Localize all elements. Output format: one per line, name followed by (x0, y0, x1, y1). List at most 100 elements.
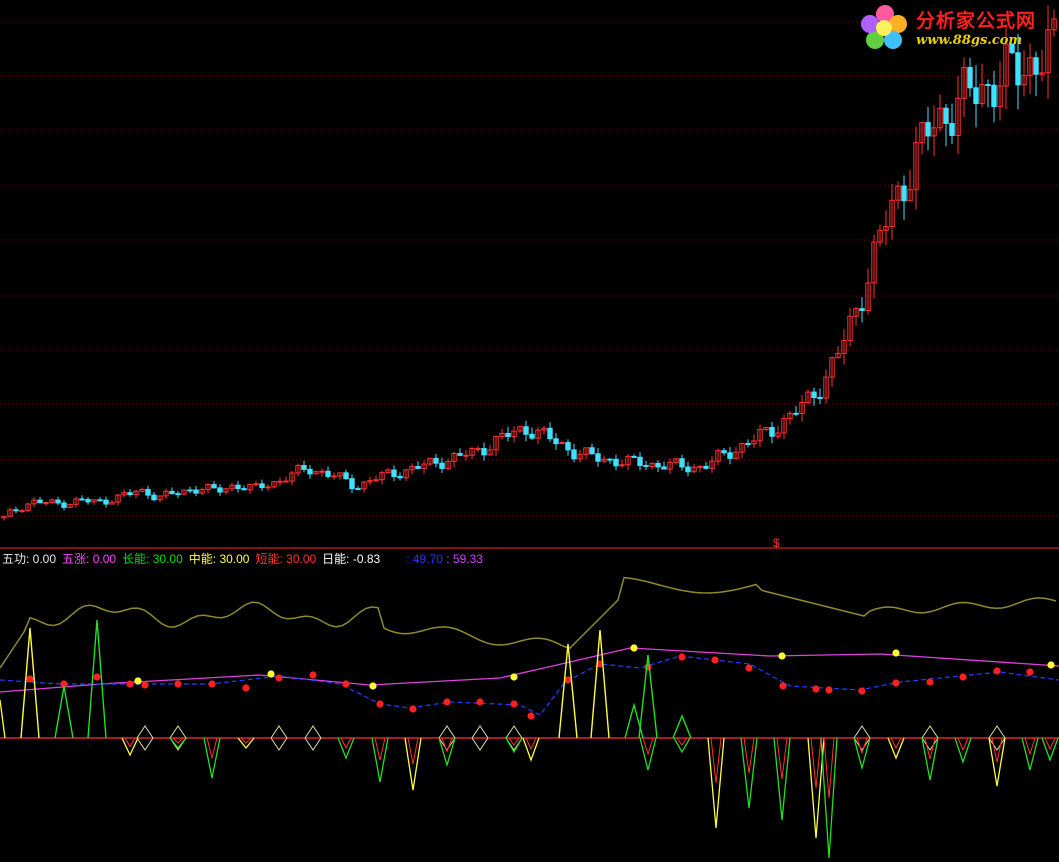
candle-body (79, 498, 85, 501)
indicator-dot (711, 656, 719, 664)
candle-body (859, 308, 865, 311)
candle-body (589, 447, 595, 455)
up-spike (590, 629, 610, 739)
legend-value: 30.00 (286, 552, 317, 566)
indicator-dot (778, 652, 786, 660)
candle-body (457, 453, 463, 456)
candle-body (175, 493, 181, 496)
candle-body (475, 448, 481, 451)
legend-value: -0.83 (352, 552, 381, 566)
indicator-dot (409, 705, 417, 713)
down-spike-inner (957, 737, 969, 752)
candle-body (661, 466, 667, 470)
candle-body (949, 122, 955, 136)
legend-value: 30.00 (152, 552, 183, 566)
down-spike-inner (525, 737, 537, 751)
indicator-dot (275, 674, 283, 682)
indicator-dot (309, 671, 317, 679)
indicator-dot (993, 667, 1001, 675)
candle-body (103, 499, 109, 505)
candle-body (697, 465, 703, 468)
down-spike-inner (743, 737, 755, 774)
indicator-dot (141, 681, 149, 689)
candle-body (967, 66, 973, 89)
candle-body (235, 484, 241, 490)
candle-body (721, 450, 727, 454)
candle-body (307, 468, 313, 475)
candle-body (655, 462, 661, 468)
candle-body (391, 469, 397, 478)
candle-body (925, 122, 931, 137)
candle-body (571, 449, 577, 460)
candle-body (193, 489, 199, 494)
signal-marker: $ (773, 536, 780, 550)
candle-body (607, 458, 613, 461)
indicator-dot (644, 663, 652, 671)
candle-body (319, 470, 325, 473)
candle-body (19, 510, 25, 513)
candle-body (643, 464, 649, 467)
candle-body (631, 455, 637, 458)
candle-body (973, 87, 979, 105)
down-spike-inner (124, 737, 136, 748)
legend-extra-value: : 49.70 (406, 552, 447, 566)
candle-body (991, 84, 997, 108)
candle-body (793, 412, 799, 415)
indicator-dot (892, 649, 900, 657)
candle-body (349, 478, 355, 490)
down-spike-inner (710, 737, 722, 784)
candle-body (1033, 57, 1039, 75)
indicator-dot (745, 664, 753, 672)
candle-body (703, 465, 709, 469)
candle-body (13, 509, 19, 512)
indicator-dot (892, 679, 900, 687)
legend-value: 30.00 (219, 552, 250, 566)
indicator-dot (443, 698, 451, 706)
legend-label: 短能: (255, 552, 287, 566)
candle-body (463, 454, 469, 457)
candle-body (679, 458, 685, 468)
candle-body (481, 448, 487, 456)
candle-body (373, 479, 379, 482)
candle-body (685, 466, 691, 473)
blue-indicator-line (0, 655, 1059, 716)
candle-body (325, 470, 331, 477)
legend-label: 五涨: (62, 552, 93, 566)
indicator-dot (174, 680, 182, 688)
chart-window: 分析家公式网 www.88gs.com $ 五功: 0.00 五涨: 0.00 长能… (0, 0, 1059, 862)
logo-url: www.88gs.com (916, 33, 1023, 48)
down-spike-inner (206, 737, 218, 759)
flower-logo-icon (861, 5, 907, 49)
stock-chart[interactable] (0, 0, 1059, 862)
candle-body (1015, 52, 1021, 86)
indicator-dot (476, 698, 484, 706)
indicator-dot (134, 677, 142, 685)
indicator-dot (342, 680, 350, 688)
candle-body (397, 476, 403, 479)
indicator-dot (510, 700, 518, 708)
candle-body (283, 480, 289, 483)
candle-body (727, 452, 733, 459)
indicator-dot (267, 670, 275, 678)
candle-body (595, 453, 601, 462)
indicator-legend: 五功: 0.00 五涨: 0.00 长能: 30.00 中能: 30.00 短能: 30… (2, 550, 483, 566)
up-spike (54, 685, 74, 739)
down-spike-inner (676, 737, 688, 746)
down-spike-inner (890, 737, 902, 750)
candle-body (433, 457, 439, 464)
candle-body (217, 487, 223, 493)
indicator-dot (126, 680, 134, 688)
indicator-dot (812, 685, 820, 693)
candle-body (355, 488, 361, 491)
candle-body (523, 426, 529, 435)
indicator-dot (93, 673, 101, 681)
down-spike-inner (172, 737, 184, 744)
indicator-dot (1026, 668, 1034, 676)
candle-body (151, 494, 157, 501)
legend-value: 0.00 (92, 552, 117, 566)
legend-label: 日能: (322, 552, 353, 566)
candle-body (943, 107, 949, 124)
indicator-dot (779, 682, 787, 690)
indicator-dot (376, 700, 384, 708)
candle-body (169, 490, 175, 495)
